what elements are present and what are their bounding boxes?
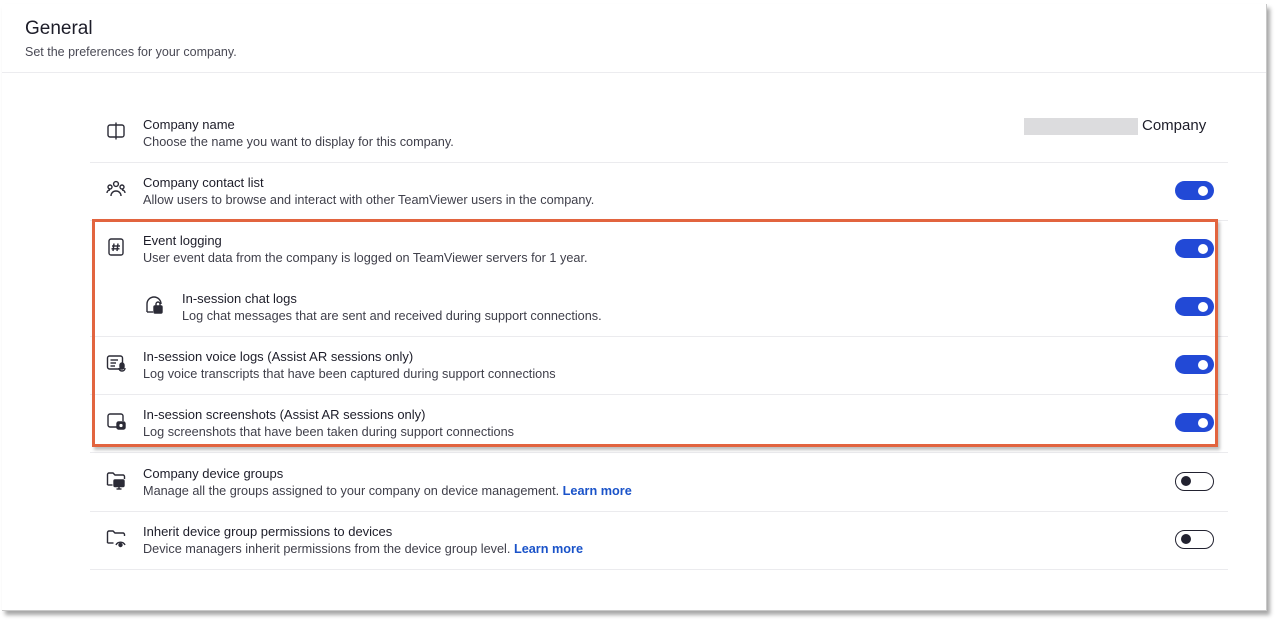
setting-row-company-contact-list: Company contact list Allow users to brow… [90,162,1228,221]
setting-title: Event logging [143,233,222,248]
setting-row-in-session-voice-logs: In-session voice logs (Assist AR session… [90,336,1228,395]
setting-description: Manage all the groups assigned to your c… [143,484,632,498]
card-icon [105,120,127,142]
setting-title: Company name [143,117,235,132]
setting-row-in-session-screenshots: In-session screenshots (Assist AR sessio… [90,394,1228,453]
setting-title: Company device groups [143,466,284,481]
company-contact-list-toggle[interactable] [1175,181,1214,200]
setting-title: Inherit device group permissions to devi… [143,524,393,539]
setting-row-company-name: Company name Choose the name you want to… [90,104,1228,163]
inherit-permissions-icon [105,527,127,549]
toggle-knob [1198,243,1208,254]
learn-more-link[interactable]: Learn more [514,542,583,556]
company-name-value[interactable]: Company [1142,117,1206,134]
toggle-knob [1198,417,1208,428]
inherit-device-group-permissions-toggle[interactable] [1175,530,1214,549]
toggle-knob [1198,301,1208,312]
setting-description-text: Device managers inherit permissions from… [143,542,511,556]
setting-description: Log chat messages that are sent and rece… [182,309,602,323]
device-group-icon [105,469,127,491]
setting-row-inherit-device-group-permissions: Inherit device group permissions to devi… [90,511,1228,570]
company-device-groups-toggle[interactable] [1175,472,1214,491]
page-title: General [25,18,93,39]
event-logging-toggle[interactable] [1175,239,1214,258]
setting-row-in-session-chat-logs: In-session chat logs Log chat messages t… [90,278,1228,337]
learn-more-link[interactable]: Learn more [563,484,632,498]
in-session-chat-logs-toggle[interactable] [1175,297,1214,316]
company-name-redacted-field[interactable] [1024,118,1138,135]
setting-title: In-session screenshots (Assist AR sessio… [143,407,426,422]
in-session-voice-logs-toggle[interactable] [1175,355,1214,374]
setting-description: Allow users to browse and interact with … [143,193,595,207]
setting-description: Log screenshots that have been taken dur… [143,425,515,439]
setting-description: Choose the name you want to display for … [143,135,454,149]
page-header: General Set the preferences for your com… [2,4,1266,73]
in-session-screenshots-toggle[interactable] [1175,413,1214,432]
toggle-knob [1198,185,1208,196]
settings-panel: General Set the preferences for your com… [2,4,1267,611]
setting-description: Log voice transcripts that have been cap… [143,367,556,381]
voice-transcript-icon [105,352,127,374]
screenshot-icon [105,410,127,432]
page-subtitle: Set the preferences for your company. [25,45,237,59]
setting-description: User event data from the company is logg… [143,251,588,265]
setting-title: In-session voice logs (Assist AR session… [143,349,414,364]
toggle-knob [1198,359,1208,370]
chat-lock-icon [144,294,166,316]
setting-row-company-device-groups: Company device groups Manage all the gro… [90,453,1228,512]
setting-row-event-logging: Event logging User event data from the c… [90,220,1228,278]
setting-title: Company contact list [143,175,264,190]
setting-description-text: Manage all the groups assigned to your c… [143,484,560,498]
toggle-knob [1181,476,1191,486]
contacts-icon [105,178,127,200]
setting-title: In-session chat logs [182,291,297,306]
hash-log-icon [105,236,127,258]
setting-description: Device managers inherit permissions from… [143,542,583,556]
toggle-knob [1181,534,1191,544]
